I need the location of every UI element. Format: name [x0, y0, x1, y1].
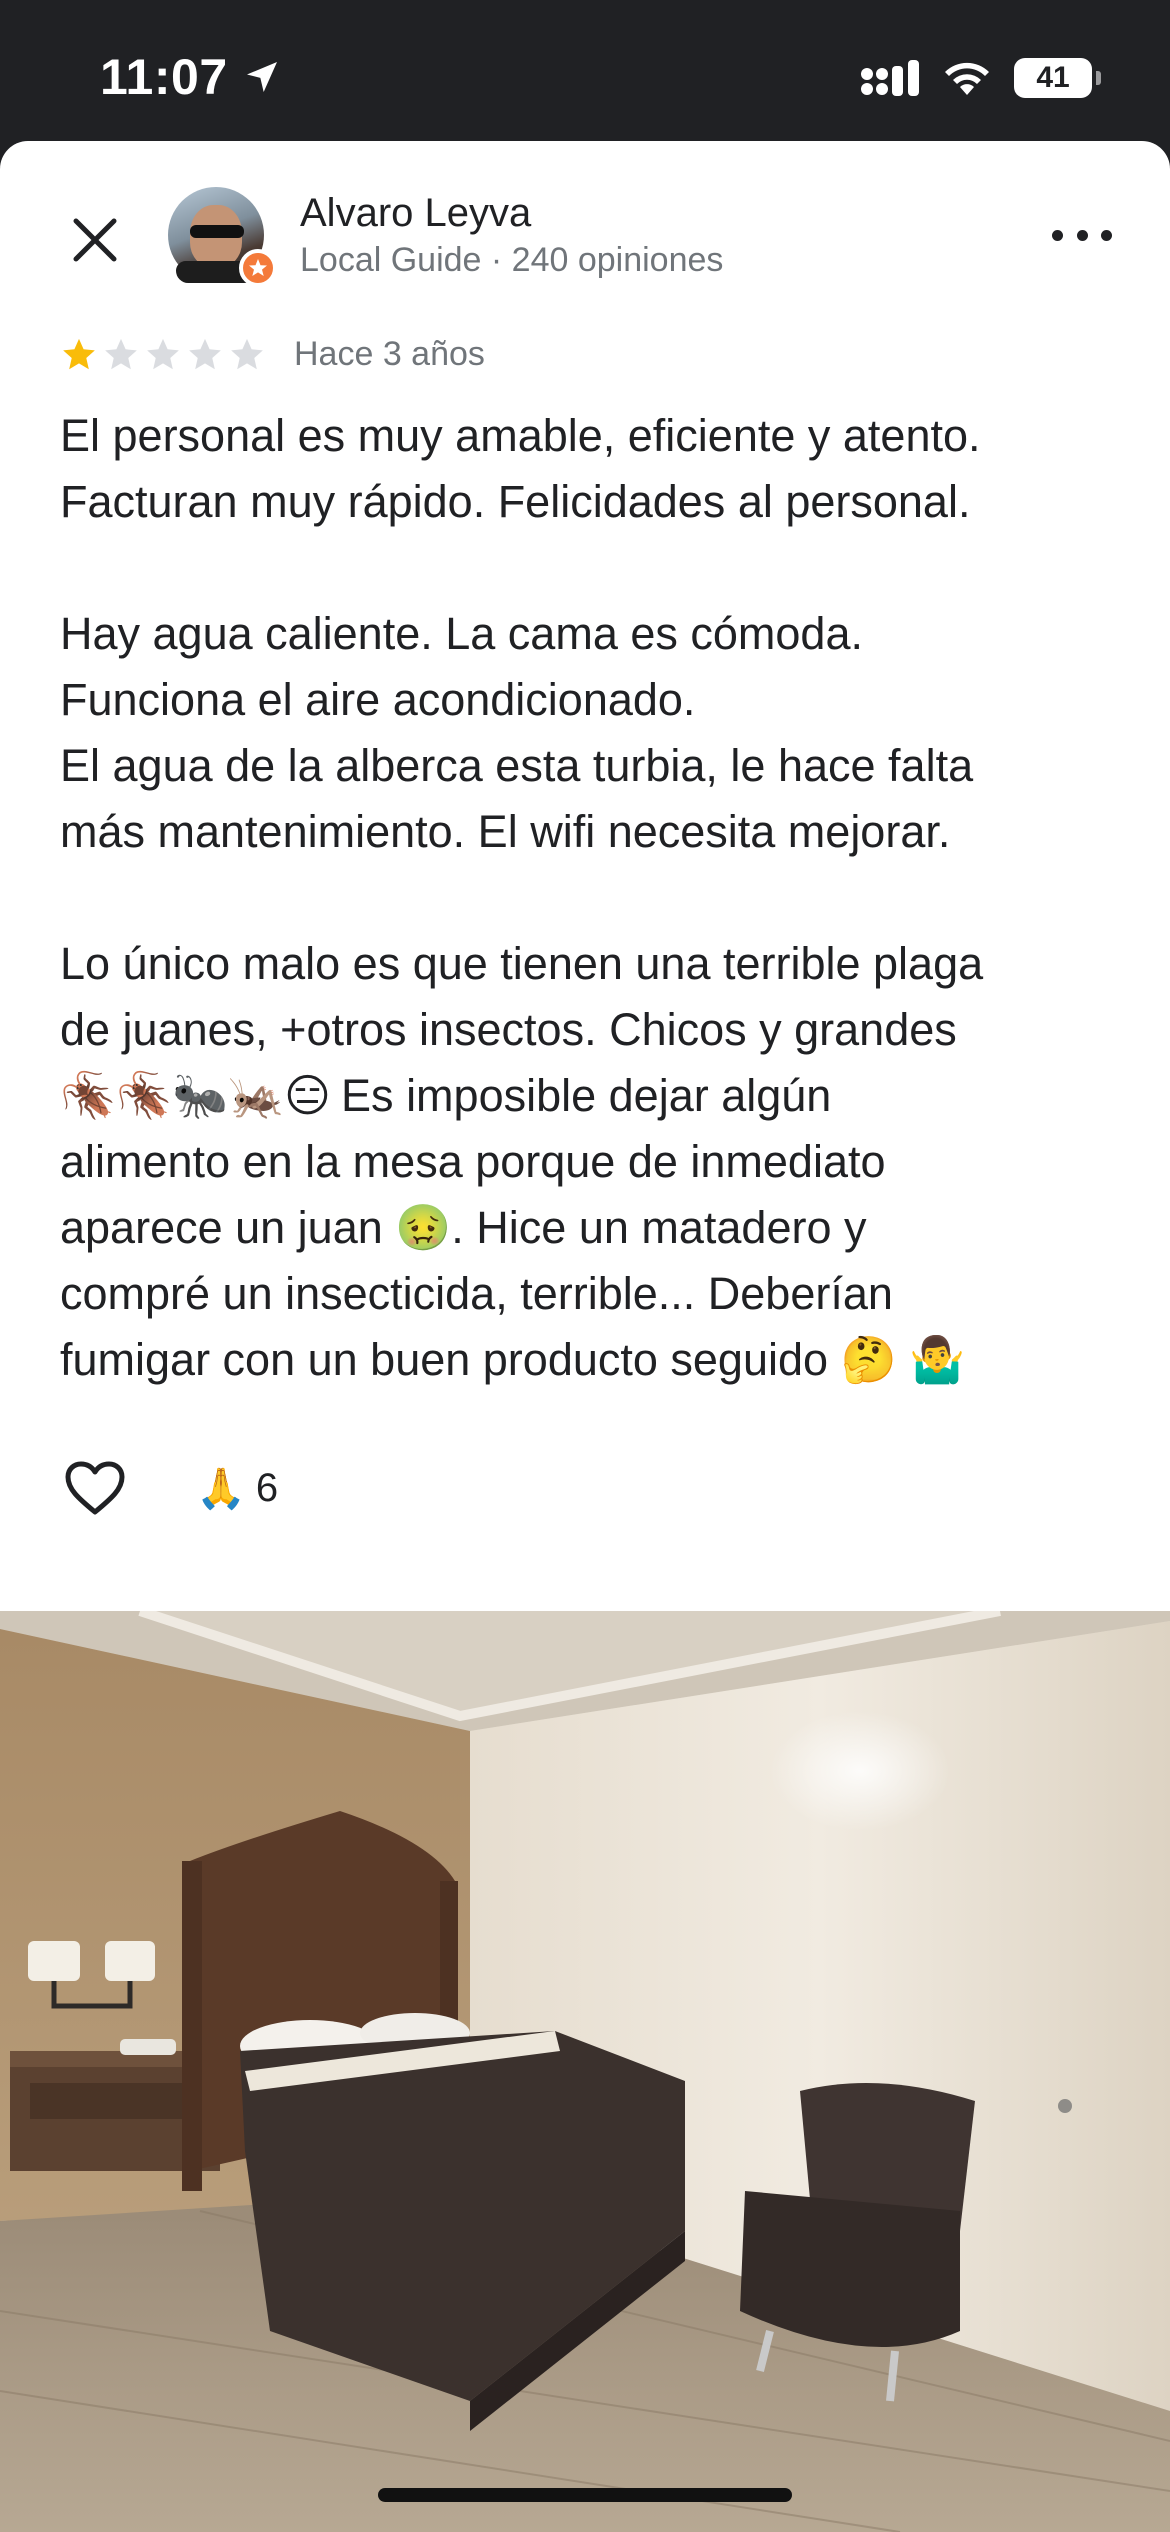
status-time: 11:07: [100, 48, 282, 106]
location-arrow-icon: [246, 62, 277, 92]
star-empty-icon: [189, 338, 221, 369]
review-line: [60, 535, 1120, 601]
review-line: El agua de la alberca esta turbia, le ha…: [60, 740, 974, 791]
review-actions: 🙏 6: [62, 1455, 278, 1521]
review-line: [60, 865, 1120, 931]
status-indicators: 41: [860, 58, 1101, 98]
like-button[interactable]: [62, 1455, 128, 1521]
more-options-icon-dot: [1101, 229, 1112, 241]
reviewer-name[interactable]: Alvaro Leyva: [300, 191, 531, 236]
status-bar: 11:07 41: [0, 0, 1170, 145]
badge-star-icon: [249, 259, 267, 276]
review-line: compré un insecticida, terrible... Deber…: [60, 1268, 893, 1319]
close-icon: [73, 218, 117, 262]
review-line: Lo único malo es que tienen una terrible…: [60, 938, 984, 989]
clock-text: 11:07: [100, 49, 228, 105]
more-options-button[interactable]: [1052, 215, 1112, 255]
star-filled-icon: [63, 338, 95, 369]
reviewer-meta: Local Guide · 240 opiniones: [300, 241, 724, 279]
review-line: El personal es muy amable, eficiente y a…: [60, 410, 981, 461]
avatar-sunglasses: [190, 225, 244, 238]
review-line: Hay agua caliente. La cama es cómoda.: [60, 608, 863, 659]
star-rating: [60, 336, 266, 374]
room-illustration: [0, 1611, 1170, 2532]
review-line: alimento en la mesa porque de inmediato: [60, 1136, 886, 1187]
rating-row: Hace 3 años: [60, 335, 485, 374]
review-date: Hace 3 años: [294, 335, 485, 373]
local-guide-badge-icon: [239, 249, 277, 287]
insect-emojis: 🪳🪳🐜🦗😑: [60, 1070, 332, 1121]
star-empty-icon: [147, 338, 179, 369]
heart-outline-icon: [65, 1461, 125, 1515]
review-line: aparece un juan 🤢. Hice un matadero y: [60, 1202, 867, 1253]
wifi-icon: [945, 62, 989, 95]
review-emoji-line: 🪳🪳🐜🦗😑 Es imposible dejar algún: [60, 1063, 1120, 1129]
home-indicator[interactable]: [378, 2488, 792, 2502]
cellular-signal-icon: [861, 60, 919, 96]
more-options-icon-dot: [1076, 229, 1088, 241]
reaction-summary[interactable]: 🙏 6: [196, 1465, 278, 1512]
battery-level: 41: [1036, 61, 1070, 94]
more-options-icon: [1052, 229, 1063, 241]
review-line: más mantenimiento. El wifi necesita mejo…: [60, 806, 951, 857]
battery-icon: 41: [1014, 58, 1101, 98]
review-line: Facturan muy rápido. Felicidades al pers…: [60, 476, 971, 527]
review-line: de juanes, +otros insectos. Chicos y gra…: [60, 1004, 957, 1055]
review-sheet: Alvaro Leyva Local Guide · 240 opiniones…: [0, 141, 1170, 2532]
review-line: Funciona el aire acondicionado.: [60, 674, 696, 725]
close-button[interactable]: [62, 207, 128, 273]
pray-emoji-icon: 🙏: [196, 1466, 246, 1511]
review-line-text: Es imposible dejar algún: [341, 1070, 832, 1121]
reaction-count: 6: [255, 1465, 279, 1510]
star-empty-icon: [105, 338, 137, 369]
review-line: fumigar con un buen producto seguido 🤔 🤷…: [60, 1334, 966, 1385]
review-text: El personal es muy amable, eficiente y a…: [60, 403, 1120, 1393]
avatar[interactable]: [168, 187, 277, 287]
star-empty-icon: [231, 338, 263, 369]
hotel-room-photo[interactable]: [0, 1611, 1170, 2532]
